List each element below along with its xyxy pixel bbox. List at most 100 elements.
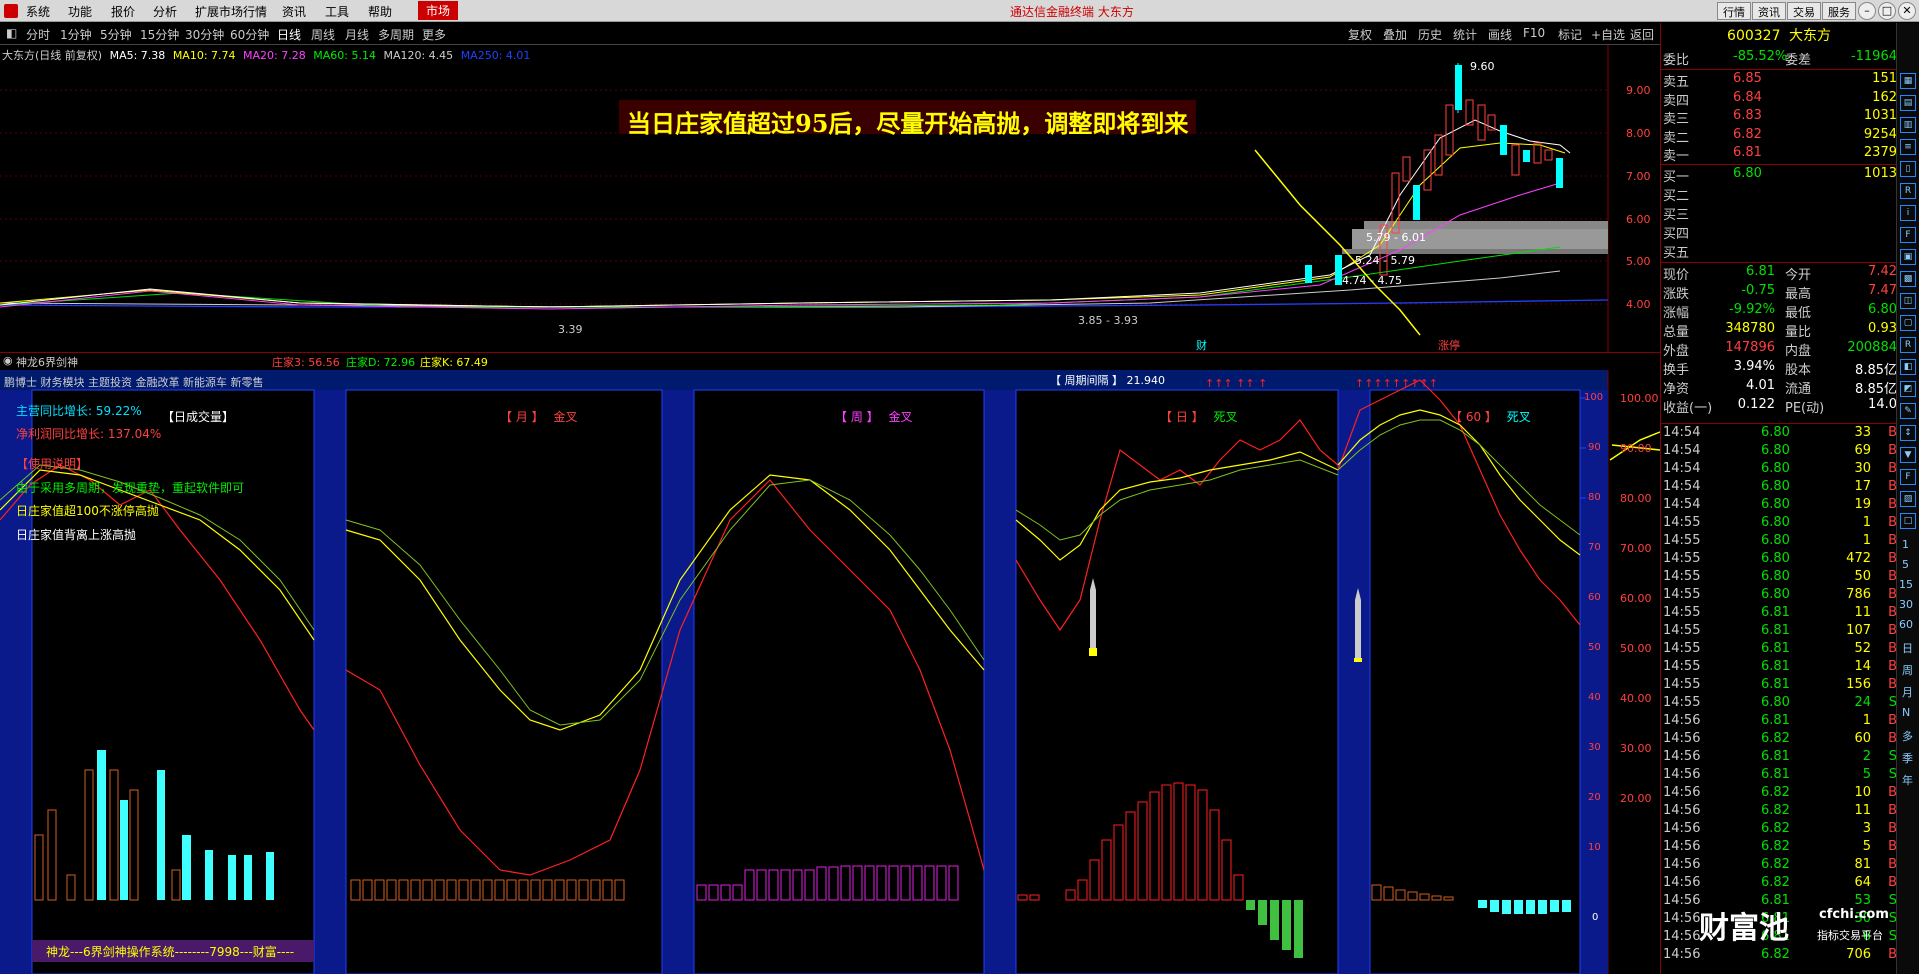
sidebar-period-multi[interactable]: 多: [1902, 728, 1913, 744]
period-5min[interactable]: 5分钟: [100, 26, 132, 43]
tick-volume: 60: [1854, 731, 1871, 746]
ask-row[interactable]: 卖四 6.84 162: [1661, 90, 1897, 109]
sidebar-period-1[interactable]: 1: [1902, 538, 1909, 551]
marker-cai[interactable]: 财: [1196, 337, 1207, 353]
menu-news[interactable]: 资讯: [282, 3, 306, 20]
concept-ticker[interactable]: 鹏博士 财务模块 主题投资 金融改革 新能源车 新零售: [4, 374, 263, 390]
sidebar-f10-icon[interactable]: F: [1900, 227, 1916, 243]
tool-add-favorite[interactable]: +自选: [1591, 26, 1625, 43]
weibi-row: 委比 -85.52% 委差 -11964: [1661, 49, 1897, 68]
period-60min[interactable]: 60分钟: [230, 26, 269, 43]
label-low: 3.39: [558, 323, 583, 336]
sidebar-calc-icon[interactable]: ▢: [1900, 315, 1916, 331]
top-btn-news[interactable]: 资讯: [1752, 2, 1786, 20]
indicator-toggle-icon[interactable]: ◉: [3, 354, 13, 367]
sidebar-period-season[interactable]: 季: [1902, 750, 1913, 766]
sidebar-pencil-icon[interactable]: ✎: [1900, 403, 1916, 419]
sidebar-box-icon[interactable]: □: [1900, 513, 1916, 529]
period-weekly[interactable]: 周线: [311, 26, 335, 43]
menu-tools[interactable]: 工具: [325, 3, 349, 20]
maximize-icon[interactable]: □: [1878, 2, 1896, 20]
ask-row[interactable]: 卖三 6.83 1031: [1661, 108, 1897, 127]
tool-mark[interactable]: 标记: [1558, 26, 1582, 43]
sidebar-select-icon[interactable]: ▨: [1900, 491, 1916, 507]
sidebar-chart-icon[interactable]: ▤: [1900, 95, 1916, 111]
sidebar-f5-icon[interactable]: F: [1900, 469, 1916, 485]
sidebar-rsi2-icon[interactable]: R: [1900, 337, 1916, 353]
period-minute-chart[interactable]: 分时: [26, 26, 50, 43]
tick-row: 14:54 6.80 30 B: [1661, 461, 1897, 479]
close-icon[interactable]: ✕: [1898, 2, 1916, 20]
tool-back[interactable]: 返回: [1630, 26, 1654, 43]
sidebar-info-icon[interactable]: i: [1900, 205, 1916, 221]
stat-label: 净资: [1663, 382, 1690, 397]
top-btn-service[interactable]: 服务: [1822, 2, 1856, 20]
indicator-name[interactable]: 神龙6界剑神: [16, 354, 78, 370]
market-button[interactable]: 市场: [418, 1, 459, 20]
sidebar-period-month[interactable]: 月: [1902, 684, 1913, 700]
tick-time: 14:56: [1663, 839, 1701, 854]
ask-label: 卖五: [1663, 75, 1690, 90]
menu-system[interactable]: 系统: [26, 3, 50, 20]
sidebar-down-icon[interactable]: ▼: [1900, 447, 1916, 463]
minimize-icon[interactable]: –: [1858, 2, 1876, 20]
sidebar-candle-icon[interactable]: ▯: [1900, 161, 1916, 177]
multi-period-panel[interactable]: ↑↑↑ ↑↑ ↑ ↑↑↑↑↑↑↑↑↑ 鹏博士 财务模块 主题投资 金融改革 新能…: [0, 370, 1660, 974]
menu-analysis[interactable]: 分析: [153, 3, 177, 20]
sidebar-period-week[interactable]: 周: [1902, 662, 1913, 678]
toggle-panel-icon[interactable]: ◧: [6, 26, 17, 40]
bid-row[interactable]: 买三: [1661, 204, 1897, 223]
sidebar-period-15[interactable]: 15: [1899, 578, 1913, 591]
y-tick: 8.00: [1626, 127, 1651, 140]
period-30min[interactable]: 30分钟: [185, 26, 224, 43]
bid-row[interactable]: 买四: [1661, 223, 1897, 242]
sidebar-period-5[interactable]: 5: [1902, 558, 1909, 571]
menu-extended-market[interactable]: 扩展市场行情: [195, 3, 267, 20]
sidebar-period-60[interactable]: 60: [1899, 618, 1913, 631]
period-15min[interactable]: 15分钟: [140, 26, 179, 43]
tool-adjust[interactable]: 复权: [1348, 26, 1372, 43]
sidebar-list-icon[interactable]: ≡: [1900, 139, 1916, 155]
tool-overlay[interactable]: 叠加: [1383, 26, 1407, 43]
bid-row[interactable]: 买二: [1661, 185, 1897, 204]
sidebar-arrows-icon[interactable]: ↕: [1900, 425, 1916, 441]
top-btn-trade[interactable]: 交易: [1787, 2, 1821, 20]
menu-help[interactable]: 帮助: [368, 3, 392, 20]
period-multi[interactable]: 多周期: [378, 26, 414, 43]
tick-time: 14:55: [1663, 641, 1701, 656]
menu-function[interactable]: 功能: [68, 3, 92, 20]
period-more[interactable]: 更多: [422, 26, 446, 43]
period-1min[interactable]: 1分钟: [60, 26, 92, 43]
ask-row[interactable]: 卖五 6.85 151: [1661, 71, 1897, 90]
sidebar-period-day[interactable]: 日: [1902, 640, 1913, 656]
sidebar-grid-icon[interactable]: ▩: [1900, 271, 1916, 287]
sidebar-lock-icon[interactable]: ◧: [1900, 359, 1916, 375]
top-btn-quote[interactable]: 行情: [1717, 2, 1751, 20]
sidebar-news-icon[interactable]: ▣: [1900, 249, 1916, 265]
sidebar-quote-icon[interactable]: ▦: [1900, 73, 1916, 89]
sidebar-orange-icon[interactable]: ◩: [1900, 381, 1916, 397]
sidebar-period-year[interactable]: 年: [1902, 772, 1913, 788]
sidebar-period-30[interactable]: 30: [1899, 598, 1913, 611]
sidebar-bars-icon[interactable]: ▥: [1900, 117, 1916, 133]
ask-label: 卖四: [1663, 93, 1690, 109]
ask-row[interactable]: 卖二 6.82 9254: [1661, 127, 1897, 146]
marker-limit-up[interactable]: 涨停: [1438, 337, 1460, 353]
stat-value: -9.92%: [1729, 302, 1775, 317]
bid-row[interactable]: 买一 6.80 1013: [1661, 166, 1897, 185]
period-daily[interactable]: 日线: [277, 26, 301, 43]
sidebar-period-n[interactable]: N: [1902, 706, 1910, 719]
period-monthly[interactable]: 月线: [345, 26, 369, 43]
menu-quote[interactable]: 报价: [111, 3, 135, 20]
ask-row[interactable]: 卖一 6.81 2379: [1661, 145, 1897, 164]
tick-row: 14:55 6.80 1 B: [1661, 515, 1897, 533]
tool-draw[interactable]: 画线: [1488, 26, 1512, 43]
sidebar-rsi-icon[interactable]: R: [1900, 183, 1916, 199]
tool-statistics[interactable]: 统计: [1453, 26, 1477, 43]
tool-f10[interactable]: F10: [1523, 26, 1545, 40]
kline-chart[interactable]: 大东方(日线 前复权) MA5: 7.38 MA10: 7.74 MA20: 7…: [0, 45, 1660, 352]
panel-week-cross: 金叉: [888, 410, 913, 424]
tool-history[interactable]: 历史: [1418, 26, 1442, 43]
bid-row[interactable]: 买五: [1661, 242, 1897, 261]
sidebar-tick-icon[interactable]: ◫: [1900, 293, 1916, 309]
